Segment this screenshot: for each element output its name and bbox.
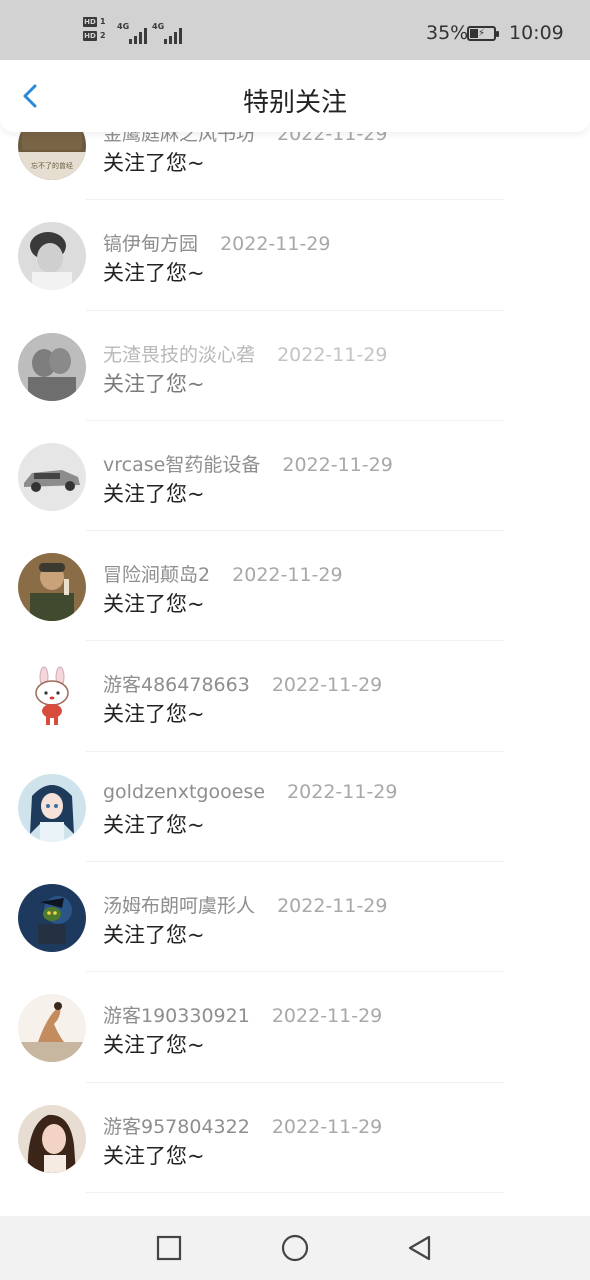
list-item[interactable]: vrcase智药能设备 2022-11-29 关注了您~	[0, 421, 590, 532]
hd-badge-icon: HD	[83, 17, 97, 27]
avatar[interactable]	[18, 222, 86, 291]
user-name[interactable]: 游客957804322	[103, 1116, 250, 1138]
user-name[interactable]: goldzenxtgooese	[103, 781, 265, 803]
follow-date: 2022-11-29	[282, 453, 393, 476]
signal-strength-icon: 4G	[117, 22, 149, 44]
item-header: 汤姆布朗呵虞形人 2022-11-29	[103, 891, 387, 918]
sim-indicators: HD HD 1 2	[83, 17, 113, 45]
item-header: 冒险涧颠岛2 2022-11-29	[103, 560, 343, 587]
list-item[interactable]: 游客486478663 2022-11-29 关注了您~	[0, 641, 590, 752]
follow-message: 关注了您~	[103, 151, 205, 175]
item-header: vrcase智药能设备 2022-11-29	[103, 450, 393, 477]
item-header: 游客486478663 2022-11-29	[103, 670, 382, 697]
user-name[interactable]: 无渣畏技的淡心砻	[103, 344, 255, 366]
follow-date: 2022-11-29	[287, 780, 398, 803]
sim-2-icon: 2	[100, 31, 106, 40]
user-name[interactable]: 游客190330921	[103, 1005, 250, 1027]
user-name[interactable]: 汤姆布朗呵虞形人	[103, 895, 255, 917]
follow-date: 2022-11-29	[271, 1115, 383, 1138]
signal-strength-icon: 4G	[152, 22, 184, 44]
home-button[interactable]	[281, 1234, 309, 1262]
follower-list: 忘不了的曾经 金鹰庭麻之风书坊 2022-11-29 关注了您~ 镐伊甸方园 2…	[0, 90, 590, 1193]
user-name[interactable]: vrcase智药能设备	[103, 454, 260, 476]
triangle-back-icon	[408, 1235, 431, 1261]
list-item[interactable]: 汤姆布朗呵虞形人 2022-11-29 关注了您~	[0, 862, 590, 973]
user-name[interactable]: 镐伊甸方园	[103, 233, 198, 255]
battery-charging-icon: ⚡	[467, 26, 499, 41]
avatar[interactable]	[18, 553, 86, 622]
avatar[interactable]	[18, 332, 86, 401]
follow-message: 关注了您~	[103, 1033, 205, 1058]
avatar[interactable]	[18, 773, 86, 842]
avatar[interactable]	[18, 884, 86, 953]
network-type-label: 4G	[117, 22, 130, 31]
system-nav-bar	[0, 1216, 590, 1280]
avatar[interactable]	[18, 994, 86, 1063]
list-item[interactable]: 无渣畏技的淡心砻 2022-11-29 关注了您~	[0, 311, 590, 421]
follow-message: 关注了您~	[103, 261, 205, 286]
app-header: 特别关注	[0, 60, 590, 132]
sim-1-icon: 1	[100, 17, 106, 26]
circle-icon	[281, 1234, 309, 1262]
item-header: 镐伊甸方园 2022-11-29	[103, 229, 330, 256]
back-button[interactable]	[406, 1234, 434, 1262]
avatar[interactable]	[18, 442, 86, 511]
clock: 10:09	[509, 22, 564, 44]
hd-badge-icon: HD	[83, 31, 97, 41]
follow-message: 关注了您~	[103, 702, 205, 727]
follow-date: 2022-11-29	[271, 1005, 383, 1028]
list-item[interactable]: goldzenxtgooese 2022-11-29 关注了您~	[0, 752, 590, 863]
user-name[interactable]: 冒险涧颠岛2	[103, 564, 210, 586]
page-title: 特别关注	[242, 88, 347, 118]
square-icon	[156, 1235, 182, 1261]
battery-percentage: 35%	[426, 22, 469, 44]
item-header: 游客190330921 2022-11-29	[103, 1001, 382, 1028]
follow-date: 2022-11-29	[220, 233, 331, 256]
list-item[interactable]: 冒险涧颠岛2 2022-11-29 关注了您~	[0, 531, 590, 642]
follow-date: 2022-11-29	[277, 343, 388, 366]
follow-message: 关注了您~	[103, 371, 205, 396]
avatar-caption: 忘不了的曾经	[31, 161, 73, 170]
follow-message: 关注了您~	[103, 923, 205, 948]
item-header: 游客957804322 2022-11-29	[103, 1112, 382, 1139]
follow-date: 2022-11-29	[232, 564, 343, 587]
follow-message: 关注了您~	[103, 481, 205, 506]
item-header: 无渣畏技的淡心砻 2022-11-29	[103, 340, 387, 367]
user-name[interactable]: 游客486478663	[103, 674, 250, 696]
list-item[interactable]: 游客190330921 2022-11-29 关注了您~	[0, 972, 590, 1083]
divider	[86, 1191, 504, 1193]
status-bar: HD HD 1 2 4G 4G 35% ⚡ 10:09	[0, 0, 590, 68]
avatar[interactable]	[18, 1104, 86, 1173]
network-type-label: 4G	[152, 22, 165, 31]
follow-message: 关注了您~	[103, 1143, 205, 1168]
item-header: goldzenxtgooese 2022-11-29	[103, 781, 397, 803]
list-item[interactable]: 游客957804322 2022-11-29 关注了您~	[0, 1083, 590, 1193]
follow-message: 关注了您~	[103, 592, 205, 617]
list-item[interactable]: 镐伊甸方园 2022-11-29 关注了您~	[0, 200, 590, 311]
follow-message: 关注了您~	[103, 812, 205, 837]
follow-date: 2022-11-29	[277, 895, 388, 918]
avatar[interactable]	[18, 663, 86, 732]
recent-apps-button[interactable]	[155, 1234, 183, 1262]
follow-date: 2022-11-29	[271, 674, 383, 697]
